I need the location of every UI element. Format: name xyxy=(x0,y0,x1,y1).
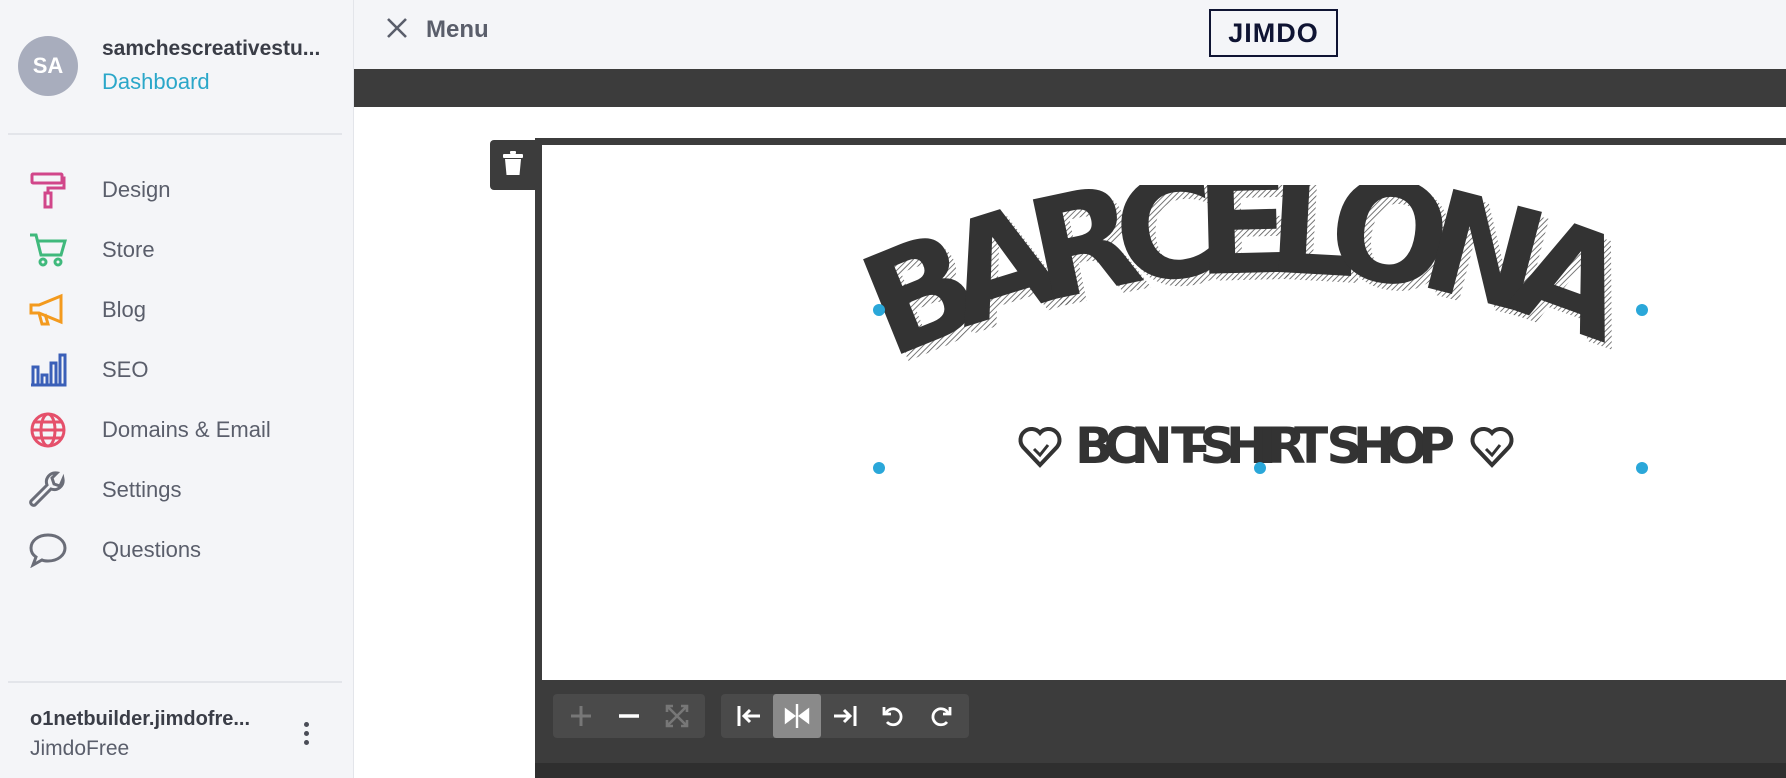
zoom-in-icon xyxy=(571,706,591,726)
nav-item-questions[interactable]: Questions xyxy=(0,520,354,580)
cart-icon xyxy=(28,230,68,270)
nav-label: Settings xyxy=(102,477,182,502)
megaphone-icon xyxy=(28,290,68,330)
barcelona-logo-image[interactable]: BARCELONA BARCELONA BCN T-SHIRT SHOP xyxy=(860,185,1670,495)
heart-icon xyxy=(1470,427,1514,468)
speech-bubble-icon xyxy=(28,530,68,570)
wrench-icon xyxy=(28,470,68,510)
nav-label: Store xyxy=(102,237,155,262)
nav-item-store[interactable]: Store xyxy=(0,220,354,280)
avatar[interactable]: SA xyxy=(18,36,78,96)
delete-button[interactable] xyxy=(490,140,536,190)
resize-handle[interactable] xyxy=(873,462,885,474)
nav-item-seo[interactable]: SEO xyxy=(0,340,354,400)
profile-name: samchescreativestu... xyxy=(102,37,321,60)
nav-label: Blog xyxy=(102,297,147,322)
rotate-right-button[interactable] xyxy=(917,694,965,738)
bar-chart-icon xyxy=(28,350,68,390)
fit-icon xyxy=(665,704,689,728)
zoom-in-button[interactable] xyxy=(557,694,605,738)
profile: SA samchescreativestu... Dashboard xyxy=(18,36,327,96)
close-icon xyxy=(386,17,408,44)
paint-roller-icon xyxy=(28,170,68,210)
sidebar: SA samchescreativestu... Dashboard Desig… xyxy=(0,0,354,778)
editor-header-bar xyxy=(354,69,1786,107)
resize-handle[interactable] xyxy=(1254,462,1266,474)
globe-icon xyxy=(28,410,68,450)
trash-icon xyxy=(503,150,523,180)
rotate-right-icon xyxy=(931,707,952,727)
jimdo-logo[interactable]: JIMDO xyxy=(1209,9,1338,57)
divider xyxy=(8,681,342,683)
top-bar: Menu JIMDO xyxy=(354,0,1786,69)
align-center-icon xyxy=(784,704,810,728)
divider xyxy=(8,133,342,135)
image-frame-bottom xyxy=(535,763,1786,778)
rotate-left-button[interactable] xyxy=(869,694,917,738)
resize-handle[interactable] xyxy=(1636,304,1648,316)
nav-label: Questions xyxy=(102,537,202,562)
resize-handle[interactable] xyxy=(873,304,885,316)
nav-item-settings[interactable]: Settings xyxy=(0,460,354,520)
align-right-icon xyxy=(834,706,857,726)
more-options-icon[interactable] xyxy=(296,718,316,748)
image-frame-top xyxy=(535,138,1786,145)
heart-icon xyxy=(1018,427,1062,468)
nav-label: SEO xyxy=(102,357,149,382)
close-menu-button[interactable]: Menu xyxy=(386,16,489,44)
zoom-out-button[interactable] xyxy=(605,694,653,738)
align-left-button[interactable] xyxy=(725,694,773,738)
nav-item-domains-email[interactable]: Domains & Email xyxy=(0,400,354,460)
align-center-button[interactable] xyxy=(773,694,821,738)
fit-button[interactable] xyxy=(653,694,701,738)
zoom-out-icon xyxy=(619,714,639,718)
main-nav: Design Store Blog SEO Domains & Email Se… xyxy=(0,160,354,580)
resize-handle[interactable] xyxy=(1636,462,1648,474)
dashboard-link[interactable]: Dashboard xyxy=(102,69,327,95)
nav-label: Domains & Email xyxy=(102,417,271,442)
align-tool-group xyxy=(721,694,969,738)
zoom-tool-group xyxy=(553,694,705,738)
align-right-button[interactable] xyxy=(821,694,869,738)
menu-label: Menu xyxy=(426,16,489,43)
nav-item-blog[interactable]: Blog xyxy=(0,280,354,340)
nav-label: Design xyxy=(102,177,171,202)
site-info: o1netbuilder.jimdofre... JimdoFree xyxy=(30,708,275,761)
site-plan: JimdoFree xyxy=(30,737,130,760)
site-name: o1netbuilder.jimdofre... xyxy=(30,708,251,730)
align-left-icon xyxy=(737,706,760,726)
rotate-left-icon xyxy=(882,707,903,727)
nav-item-design[interactable]: Design xyxy=(0,160,354,220)
